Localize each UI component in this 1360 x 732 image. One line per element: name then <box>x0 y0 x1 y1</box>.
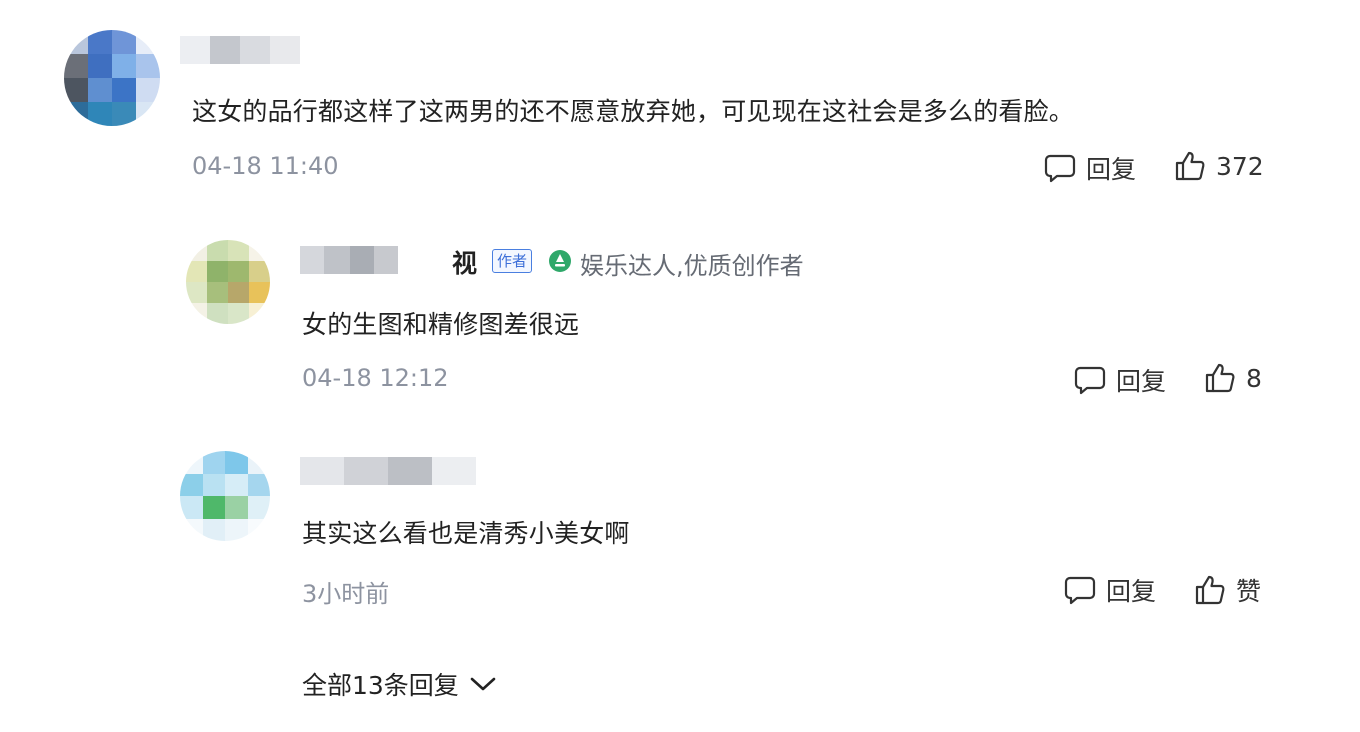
like-count: 372 <box>1216 151 1264 181</box>
thumbs-up-icon <box>1194 574 1226 606</box>
chevron-down-icon <box>459 670 497 699</box>
username[interactable] <box>300 246 398 274</box>
comment-text: 其实这么看也是清秀小美女啊 <box>302 519 630 548</box>
reply-label: 回复 <box>1106 577 1157 606</box>
avatar[interactable] <box>64 30 160 126</box>
username-visible: 视 <box>452 249 478 278</box>
avatar[interactable] <box>186 240 270 324</box>
creator-level-icon <box>548 249 572 279</box>
author-badge: 作者 <box>492 249 533 273</box>
comment-bubble-icon <box>1044 153 1076 183</box>
avatar[interactable] <box>180 451 270 541</box>
creator-title: 娱乐达人,优质创作者 <box>548 246 804 281</box>
comment-bubble-icon <box>1074 365 1106 395</box>
like-button[interactable]: 8 <box>1204 362 1262 394</box>
expand-replies-label: 全部13条回复 <box>302 671 459 700</box>
reply-button[interactable]: 回复 <box>1064 572 1156 608</box>
thumbs-up-icon <box>1174 150 1206 182</box>
like-count: 8 <box>1246 363 1262 393</box>
creator-title-label: 娱乐达人,优质创作者 <box>580 252 804 280</box>
comment-time: 04-18 12:12 <box>302 364 449 392</box>
reply-button[interactable]: 回复 <box>1074 362 1166 398</box>
reply-button[interactable]: 回复 <box>1044 150 1136 186</box>
thumbs-up-icon <box>1204 362 1236 394</box>
comment-bubble-icon <box>1064 575 1096 605</box>
username[interactable] <box>180 36 300 64</box>
like-button[interactable]: 赞 <box>1194 572 1261 608</box>
comment-time: 04-18 11:40 <box>192 152 339 180</box>
username[interactable] <box>300 457 476 485</box>
expand-replies-button[interactable]: 全部13条回复 <box>302 666 497 702</box>
reply-label: 回复 <box>1116 367 1167 396</box>
comment-text: 这女的品行都这样了这两男的还不愿意放弃她，可见现在这社会是多么的看脸。 <box>192 97 1075 126</box>
reply-label: 回复 <box>1086 155 1137 184</box>
like-label: 赞 <box>1236 577 1262 606</box>
comment-text: 女的生图和精修图差很远 <box>302 310 580 339</box>
comment-time: 3小时前 <box>302 580 390 608</box>
like-button[interactable]: 372 <box>1174 150 1264 182</box>
